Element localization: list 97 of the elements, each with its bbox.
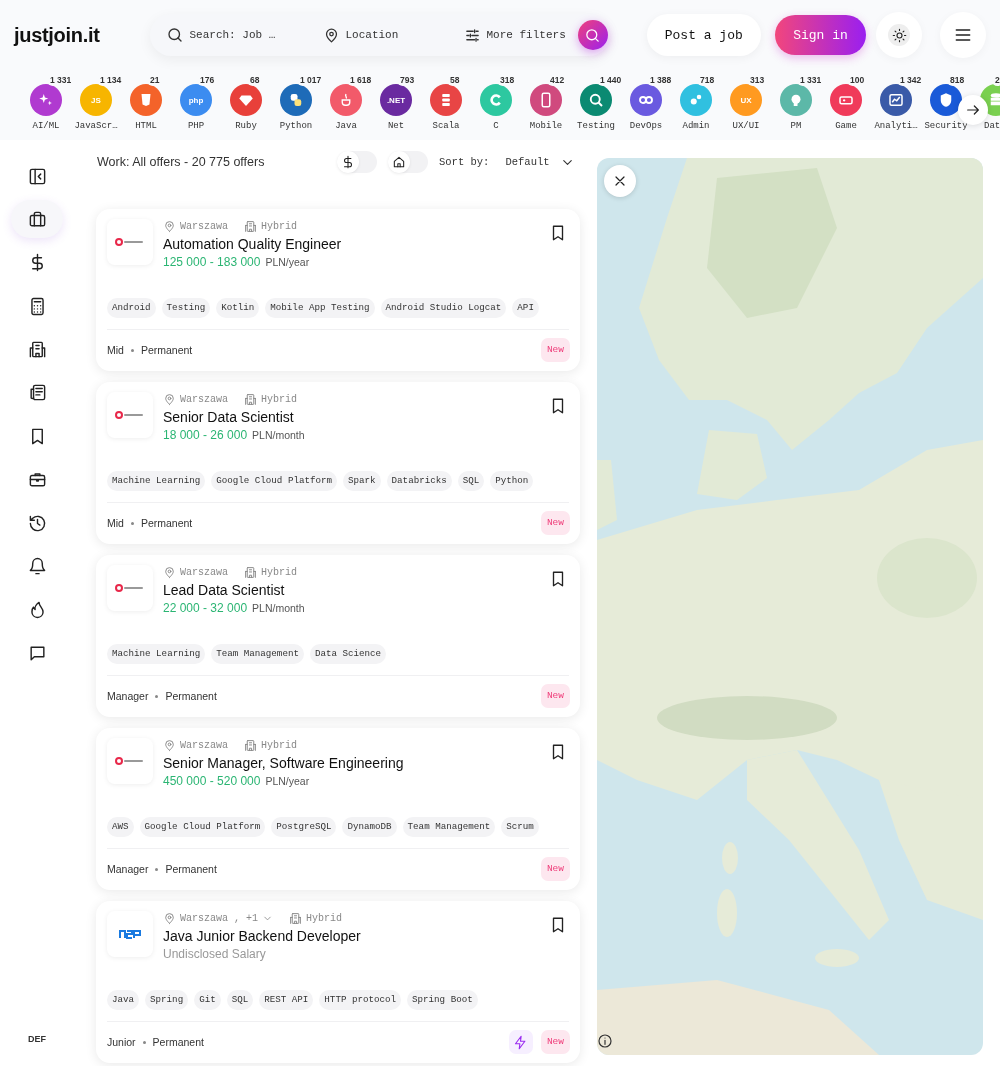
category-link[interactable]: php 176 PHP (171, 70, 221, 140)
job-title[interactable]: Senior Manager, Software Engineering (163, 753, 547, 773)
sort-dropdown[interactable]: Default (505, 154, 575, 170)
job-title[interactable]: Senior Data Scientist (163, 407, 547, 427)
category-link[interactable]: UX 313 UX/UI (721, 70, 771, 140)
skill-tag: API (512, 298, 539, 318)
offer-count: 21 (147, 74, 163, 86)
skill-tag: Machine Learning (107, 471, 206, 491)
work-mode: Hybrid (306, 912, 343, 924)
skill-tag: Java (107, 990, 140, 1010)
skill-tag: Android Studio Logcat (380, 298, 507, 318)
skill-tag: Mobile App Testing (265, 298, 375, 318)
skill-tag: SQL (457, 471, 485, 491)
skill-tag: REST API (259, 990, 314, 1010)
skill-tag: Machine Learning (107, 644, 206, 664)
job-title[interactable]: Lead Data Scientist (163, 580, 547, 600)
job-card[interactable]: Warszawa Hybrid Lead Data Scientist 22 000 - 32 000 PLN/month Machine Learning Team Management Data Science Manager Permanent New (96, 555, 580, 717)
seniority-label: Junior (107, 1036, 136, 1048)
category-icon: UX (730, 84, 762, 116)
salary-range: 450 000 - 520 000 (163, 773, 261, 789)
more-filters-button[interactable]: More filters (463, 26, 566, 44)
skill-tag: Python (490, 471, 534, 491)
offer-count: 58 (447, 74, 463, 86)
skill-tag: DynamoDB (342, 817, 397, 837)
version-label: DEF (28, 1034, 46, 1044)
job-location: Warszawa (180, 566, 228, 578)
category-link[interactable]: 318 C (471, 70, 521, 140)
salary-text: Undisclosed Salary (163, 946, 266, 962)
post-job-button[interactable]: Post a job (646, 14, 761, 56)
skill-tag: Spring Boot (407, 990, 478, 1010)
new-badge: New (540, 511, 570, 535)
seniority-label: Manager (107, 863, 149, 875)
salary-period: PLN/year (265, 255, 310, 270)
skill-tag: Testing (161, 298, 211, 318)
job-location: Warszawa , +1 (180, 912, 258, 924)
seniority-label: Mid (107, 517, 124, 529)
skill-tag: Team Management (211, 644, 304, 664)
category-link[interactable]: 68 Ruby (221, 70, 271, 140)
job-card[interactable]: Warszawa , +1 Hybrid Java Junior Backend Developer Undisclosed Salary Java Spring Git SQL REST API HTTP protocol Spring Boot Junior Permanent New (96, 901, 580, 1063)
search-field[interactable]: Search: Job … (189, 29, 315, 41)
skill-tag: Scrum (501, 817, 539, 837)
contract-type: Permanent (152, 1036, 204, 1048)
job-location: Warszawa (180, 393, 228, 405)
category-link[interactable]: 58 Scala (421, 70, 471, 140)
offer-count: 2 (992, 74, 1000, 86)
job-card[interactable]: Warszawa Hybrid Senior Manager, Software Engineering 450 000 - 520 000 PLN/year AWS Google Cloud Platform PostgreSQL DynamoDB Team Management Scrum Manager Permanent New (96, 728, 580, 890)
contract-type: Permanent (165, 863, 217, 875)
location-field[interactable]: Location (345, 29, 456, 41)
job-location: Warszawa (180, 739, 228, 751)
job-title[interactable]: Automation Quality Engineer (163, 234, 547, 254)
salary-range: 125 000 - 183 000 (163, 254, 261, 270)
job-title[interactable]: Java Junior Backend Developer (163, 926, 547, 946)
job-card[interactable]: Warszawa Hybrid Automation Quality Engineer 125 000 - 183 000 PLN/year Android Testing Kotlin Mobile App Testing Android Studio Logcat API Mid Permanent New (96, 209, 580, 371)
salary-range: 18 000 - 26 000 (163, 427, 248, 443)
work-mode: Hybrid (261, 566, 298, 578)
category-icon: php (180, 84, 212, 116)
skill-tag: PostgreSQL (271, 817, 337, 837)
site-logo[interactable]: justjoin.it (14, 23, 150, 47)
category-icon: JS (80, 84, 112, 116)
skill-tag: Spark (343, 471, 381, 491)
offers-summary: Work: All offers - 20 775 offers (97, 155, 266, 169)
skill-tag: Spring (145, 990, 189, 1010)
skill-tag: Data Science (309, 644, 387, 664)
skill-tag: HTTP protocol (319, 990, 402, 1010)
work-mode: Hybrid (261, 739, 298, 751)
category-link[interactable]: 412 Mobile (521, 70, 571, 140)
contract-type: Permanent (140, 344, 193, 356)
seniority-label: Manager (107, 690, 149, 702)
skill-tag: SQL (226, 990, 254, 1010)
salary-period: PLN/month (252, 428, 305, 443)
new-badge: New (540, 338, 570, 362)
new-badge: New (540, 684, 570, 708)
job-location: Warszawa (180, 220, 228, 232)
skill-tag: Kotlin (216, 298, 260, 318)
work-mode: Hybrid (261, 393, 298, 405)
salary-range: 22 000 - 32 000 (163, 600, 248, 616)
skill-tag: Git (194, 990, 221, 1010)
salary-period: PLN/year (265, 774, 310, 789)
skill-tag: Google Cloud Platform (139, 817, 266, 837)
skill-tag: AWS (107, 817, 134, 837)
salary-period: PLN/month (252, 601, 305, 616)
offer-count: 1 134 (97, 74, 125, 86)
new-badge: New (540, 857, 570, 881)
sort-label: Sort by: (439, 156, 490, 168)
skill-tag: Team Management (402, 817, 496, 837)
category-icon: .NET (380, 84, 412, 116)
work-mode: Hybrid (261, 220, 298, 232)
new-badge: New (540, 1030, 570, 1054)
offer-count: 68 (247, 74, 263, 86)
sign-in-button[interactable]: Sign in (774, 15, 867, 55)
contract-type: Permanent (140, 517, 193, 529)
skill-tag: Android (107, 298, 156, 318)
contract-type: Permanent (165, 690, 217, 702)
seniority-label: Mid (107, 344, 124, 356)
job-card[interactable]: Warszawa Hybrid Senior Data Scientist 18 000 - 26 000 PLN/month Machine Learning Google Cloud Platform Spark Databricks SQL Python Mid Permanent New (96, 382, 580, 544)
skill-tag: Google Cloud Platform (211, 471, 337, 491)
skill-tag: Databricks (386, 471, 452, 491)
